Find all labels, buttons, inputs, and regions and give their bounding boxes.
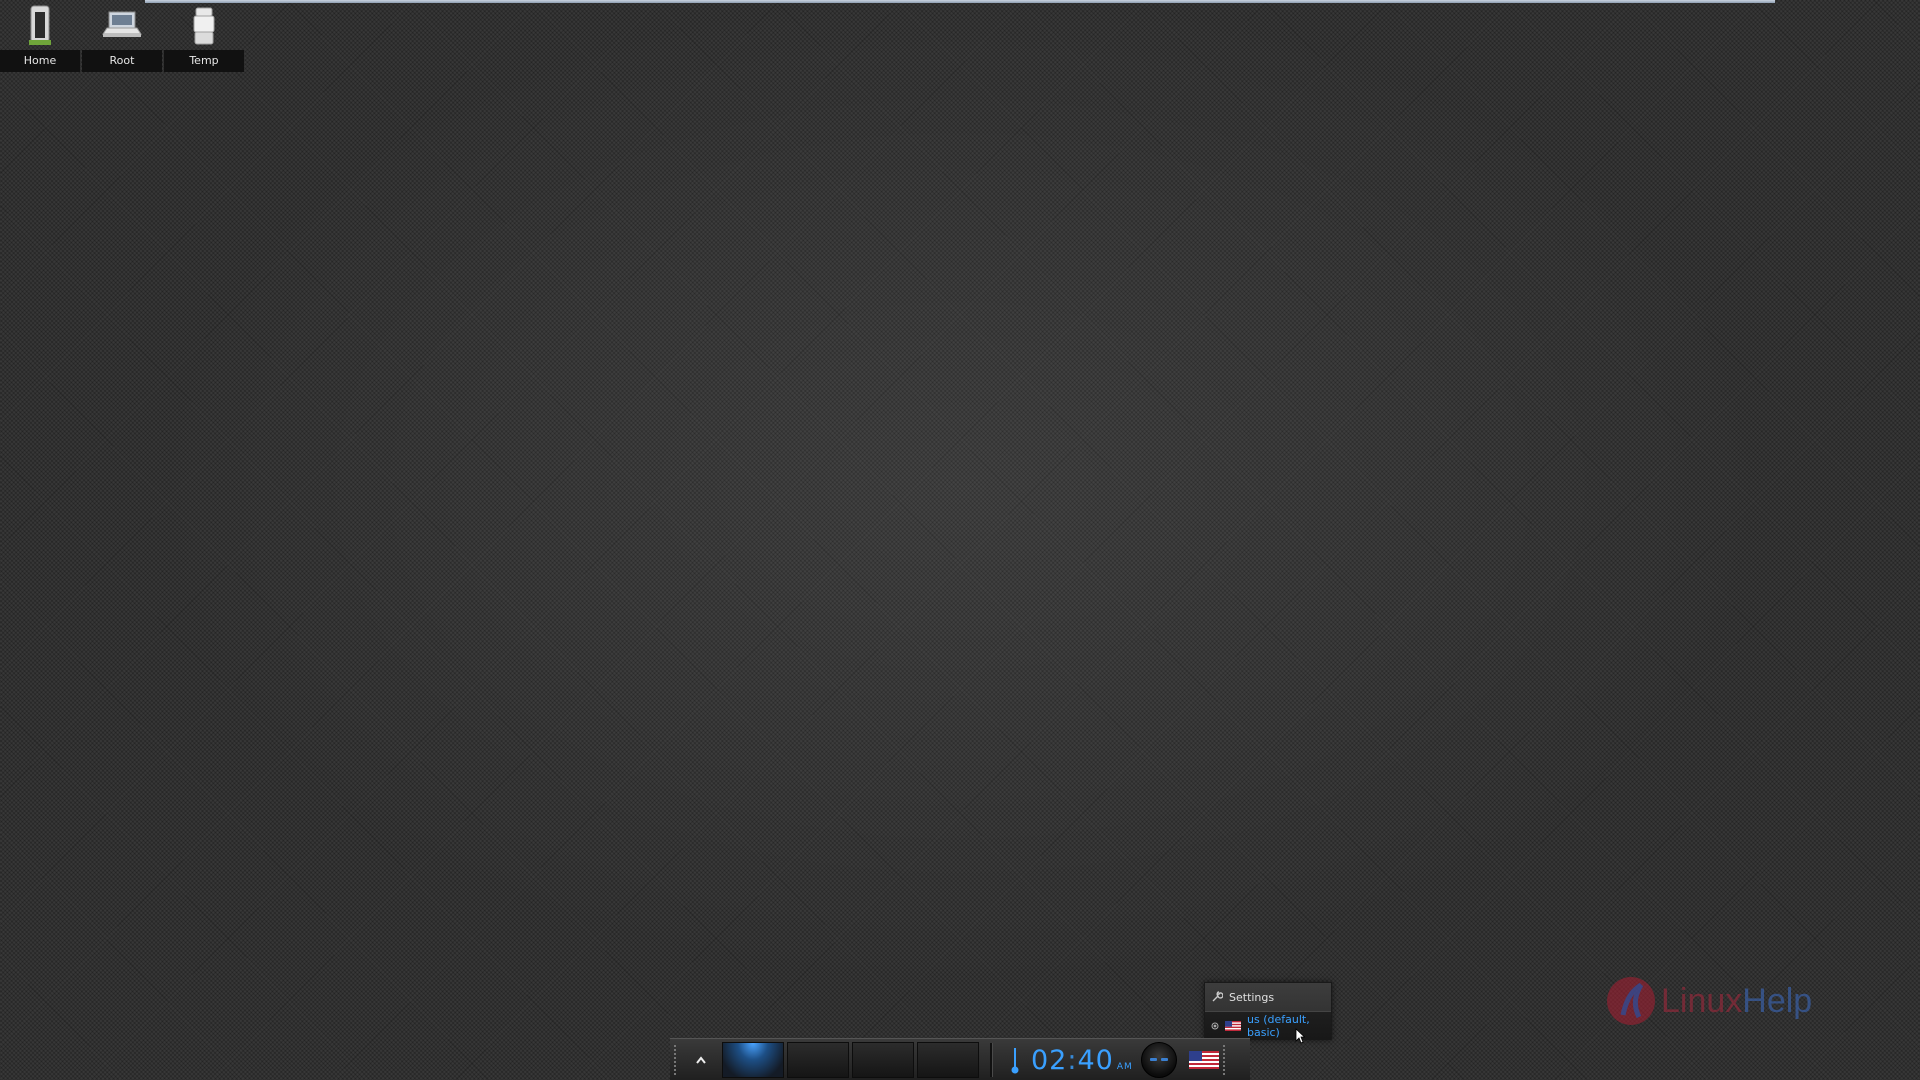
top-screen-edge	[145, 0, 1775, 3]
desktop-icon-temp[interactable]: Temp	[164, 0, 244, 72]
layout-menu-item-us[interactable]: us (default, basic)	[1205, 1011, 1331, 1040]
desktop-icon-home[interactable]: Home	[0, 0, 80, 72]
trash-icon	[179, 0, 229, 50]
shelf-menu-button[interactable]	[686, 1045, 716, 1075]
layout-menu-label: us (default, basic)	[1247, 1013, 1310, 1039]
watermark-text: LinuxHelp	[1661, 982, 1812, 1021]
us-flag-icon	[1188, 1051, 1219, 1069]
settings-menu-item[interactable]: Settings	[1205, 983, 1331, 1011]
mouse-pointer-icon	[1295, 1028, 1306, 1048]
desktop-icon-label: Root	[82, 50, 162, 72]
desktop-icon-root[interactable]: Root	[82, 0, 162, 72]
chevron-up-icon	[696, 1056, 706, 1064]
desktop-icon-label: Temp	[164, 50, 244, 72]
shelf-separator	[990, 1043, 993, 1077]
virtual-desktop-3[interactable]	[852, 1042, 914, 1078]
battery-orb-icon[interactable]	[1140, 1042, 1177, 1078]
clock-minutes: 40	[1077, 1044, 1114, 1076]
wrench-icon	[1211, 991, 1223, 1003]
virtual-desktop-4[interactable]	[917, 1042, 979, 1078]
virtual-desktop-pager	[722, 1042, 982, 1078]
clock-colon: :	[1067, 1044, 1078, 1076]
radio-selected-icon	[1211, 1022, 1219, 1030]
clock[interactable]: 02 : 40 AM	[1031, 1045, 1133, 1076]
clock-ampm: AM	[1116, 1061, 1133, 1072]
shelf-grip-right[interactable]	[1222, 1045, 1231, 1075]
virtual-desktop-1[interactable]	[722, 1042, 784, 1078]
laptop-icon	[97, 0, 147, 50]
folder-home-icon	[15, 0, 65, 50]
keyboard-layout-button[interactable]	[1188, 1051, 1219, 1069]
settings-menu-label: Settings	[1229, 990, 1275, 1004]
virtual-desktop-2[interactable]	[787, 1042, 849, 1078]
keyboard-layout-menu: Settings us (default, basic)	[1204, 982, 1332, 1040]
shelf: 02 : 40 AM	[670, 1038, 1250, 1080]
desktop-icons: Home Root Temp	[0, 0, 246, 72]
thermometer-icon[interactable]	[1007, 1043, 1023, 1077]
watermark-text-help: Help	[1742, 981, 1813, 1020]
watermark-logo: LinuxHelp	[1605, 975, 1812, 1027]
shelf-grip-left[interactable]	[674, 1045, 682, 1075]
linuxhelp-logo-icon	[1607, 977, 1655, 1025]
desktop-icon-label: Home	[0, 50, 80, 72]
clock-hours: 02	[1031, 1044, 1068, 1076]
watermark-text-linux: Linux	[1661, 981, 1743, 1020]
us-flag-icon	[1225, 1021, 1241, 1031]
